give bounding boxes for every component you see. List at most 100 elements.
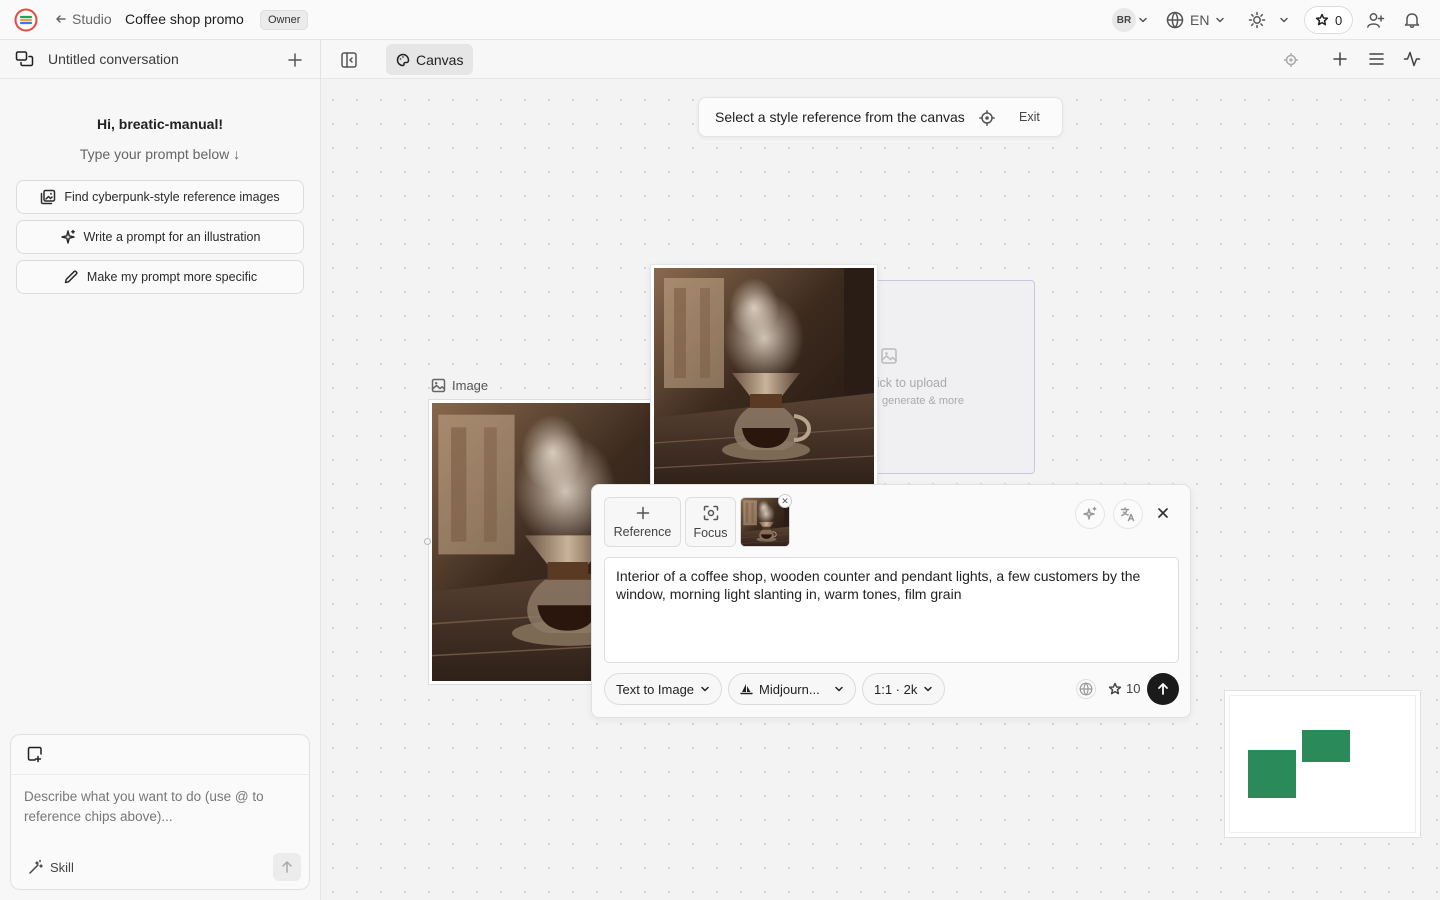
pencil-icon	[64, 270, 78, 284]
sparkles-icon	[60, 229, 75, 244]
exit-selection-button[interactable]: Exit	[1019, 110, 1040, 124]
generate-button[interactable]	[1147, 673, 1179, 705]
back-label: Studio	[72, 11, 112, 27]
new-conversation-button[interactable]	[287, 52, 303, 68]
activity-button[interactable]	[1403, 50, 1421, 68]
user-plus-icon	[1367, 12, 1385, 28]
translate-icon	[1120, 507, 1135, 522]
arrow-up-icon	[282, 861, 292, 873]
skill-label: Skill	[50, 859, 74, 875]
back-to-studio-link[interactable]: Studio	[54, 11, 112, 27]
model-select[interactable]: Midjourn...	[728, 673, 856, 705]
project-title[interactable]: Coffee shop promo	[125, 11, 244, 27]
conversation-title[interactable]: Untitled conversation	[48, 51, 179, 67]
menu-icon	[1369, 53, 1384, 65]
star-icon	[1108, 682, 1122, 694]
close-icon	[1158, 508, 1168, 518]
note-add-icon	[27, 746, 42, 763]
cost-value: 10	[1126, 681, 1141, 696]
coffee-image	[654, 268, 874, 488]
focus-icon	[703, 505, 718, 520]
enhance-prompt-button[interactable]	[1075, 499, 1105, 529]
palette-icon	[396, 53, 410, 66]
reference-label: Reference	[613, 524, 672, 539]
ratio-label: 1:1 · 2k	[874, 681, 918, 697]
language-label: EN	[1190, 12, 1210, 28]
model-label: Midjourn...	[759, 681, 820, 697]
star-icon	[1315, 13, 1329, 26]
image-node-label: Image	[431, 378, 488, 393]
chevron-down-icon	[924, 686, 933, 692]
image-placeholder-icon	[880, 347, 898, 365]
chevron-down-icon	[701, 686, 709, 692]
send-message-button[interactable]	[273, 853, 301, 881]
role-badge: Owner	[260, 10, 309, 30]
plus-icon	[636, 506, 649, 519]
toggle-sidebar-button[interactable]	[340, 51, 358, 69]
canvas-area[interactable]: Canvas Select a style reference from the…	[321, 40, 1440, 900]
chevron-down-icon	[835, 686, 843, 692]
skill-button[interactable]: Skill	[28, 859, 74, 875]
suggestion-label: Find cyberpunk-style reference images	[64, 190, 280, 204]
suggestion-label: Write a prompt for an illustration	[83, 230, 261, 244]
image-node-title: Image	[452, 378, 489, 393]
layers-menu-button[interactable]	[1368, 51, 1385, 67]
app-logo[interactable]	[14, 8, 38, 32]
chevron-down-icon	[1216, 17, 1225, 23]
image-icon	[431, 378, 446, 393]
bell-icon	[1404, 13, 1420, 28]
arrow-left-icon	[56, 15, 66, 23]
attach-chip-button[interactable]	[27, 746, 44, 763]
prompt-textarea[interactable]: Interior of a coffee shop, wooden counte…	[604, 557, 1179, 663]
close-panel-button[interactable]	[1156, 506, 1170, 520]
translate-prompt-button[interactable]	[1113, 499, 1143, 529]
greeting-subtext: Type your prompt below ↓	[79, 146, 241, 162]
globe-icon	[1166, 11, 1184, 29]
credits-pill[interactable]: 0	[1304, 6, 1354, 34]
style-reference-hint: Select a style reference from the canvas…	[698, 97, 1063, 137]
chat-sidebar: Untitled conversation Hi, breatic-manual…	[0, 40, 321, 900]
language-selector[interactable]: EN	[1166, 0, 1225, 40]
tab-canvas-label: Canvas	[416, 51, 464, 68]
web-search-toggle[interactable]	[1076, 679, 1096, 699]
add-reference-button[interactable]: Reference	[604, 497, 681, 547]
theme-chevron[interactable]	[1279, 0, 1289, 40]
suggestion-reference-images[interactable]: Find cyberpunk-style reference images	[16, 180, 304, 214]
arrow-up-icon	[1158, 683, 1168, 695]
credits-count: 0	[1335, 12, 1343, 28]
mode-label: Text to Image	[616, 681, 695, 697]
invite-user-button[interactable]	[1366, 0, 1385, 40]
suggestion-write-prompt[interactable]: Write a prompt for an illustration	[16, 220, 304, 254]
image-search-icon	[41, 189, 56, 205]
sailboat-icon	[740, 683, 753, 694]
tab-canvas[interactable]: Canvas	[386, 44, 474, 75]
top-bar: Studio Coffee shop promo Owner BR EN 0	[0, 0, 1440, 40]
avatar-chevron[interactable]	[1138, 0, 1148, 40]
upload-node[interactable]: lick to upload generate & more	[873, 280, 1035, 474]
focus-button[interactable]: Focus	[685, 497, 736, 547]
conversations-icon[interactable]	[15, 50, 34, 69]
notifications-button[interactable]	[1403, 0, 1421, 40]
minimap-node	[1302, 730, 1350, 762]
remove-reference-button[interactable]: ✕	[778, 494, 792, 508]
mode-select[interactable]: Text to Image	[604, 673, 723, 705]
theme-toggle[interactable]	[1248, 0, 1266, 40]
chat-input[interactable]: Describe what you want to do (use @ to r…	[24, 787, 294, 827]
minimap[interactable]	[1224, 690, 1421, 838]
chevron-down-icon	[1139, 17, 1147, 23]
generation-cost: 10	[1108, 681, 1140, 696]
crosshair-icon	[1284, 53, 1298, 67]
minimap-node	[1248, 750, 1296, 798]
magic-wand-icon	[29, 859, 43, 874]
conversation-header: Untitled conversation	[0, 40, 320, 79]
add-node-button[interactable]	[1332, 51, 1348, 67]
image-node-selected[interactable]	[650, 264, 878, 492]
plus-icon	[288, 53, 302, 67]
user-avatar[interactable]: BR	[1112, 8, 1136, 32]
locate-button[interactable]	[1284, 53, 1298, 67]
ratio-select[interactable]: 1:1 · 2k	[862, 673, 946, 705]
node-connector-handle[interactable]	[424, 538, 431, 545]
upload-hint-line1: lick to upload	[874, 376, 947, 390]
suggestion-refine-prompt[interactable]: Make my prompt more specific	[16, 260, 304, 294]
suggestion-label: Make my prompt more specific	[86, 270, 258, 284]
